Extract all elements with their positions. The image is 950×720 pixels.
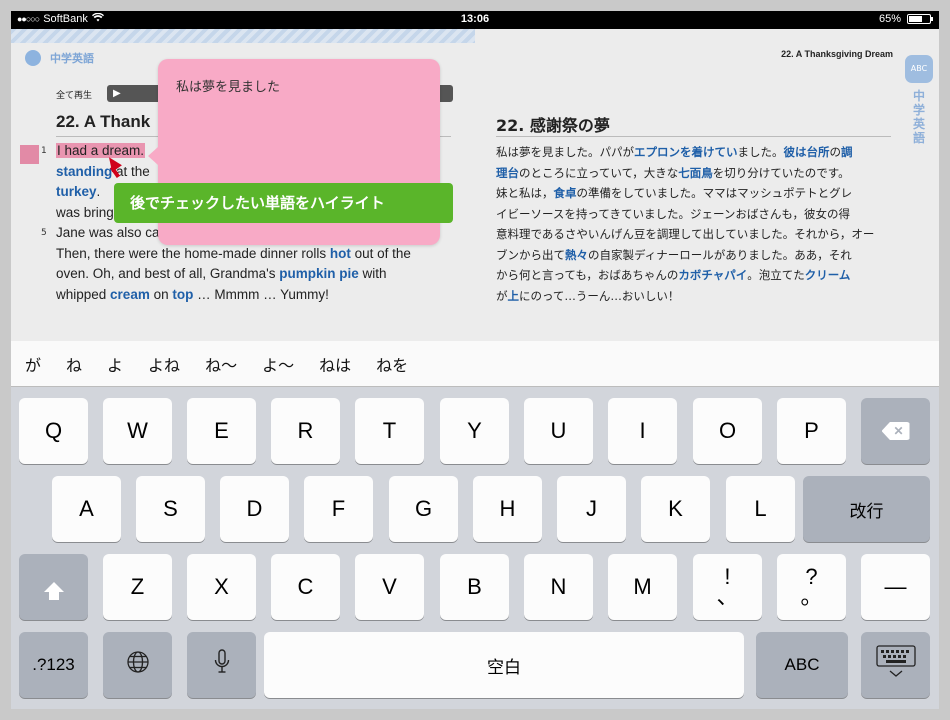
clock: 13:06 [460,13,490,25]
play-icon[interactable]: ▶ [113,87,137,100]
tutorial-callout: 後でチェックしたい単語をハイライト [114,183,453,223]
keyword[interactable]: standing [56,164,112,179]
globe-icon [126,650,150,680]
key-m[interactable]: M [608,554,677,620]
key-b[interactable]: B [440,554,509,620]
suggestion-item[interactable]: ね〜 [205,352,237,376]
suggestion-item[interactable]: よ [107,352,123,376]
play-all-label: 全て再生 [56,91,93,101]
globe-key[interactable] [103,632,172,698]
english-title: 22. A Thank [56,112,151,131]
note-text[interactable]: 私は夢を見ました [176,76,280,95]
keyword[interactable]: 理台 [496,166,519,180]
suggestion-item[interactable]: ねは [319,352,351,376]
hide-keyboard-key[interactable] [861,632,930,698]
key-s[interactable]: S [136,476,205,542]
keyword[interactable]: エプロンを着けてい [634,145,738,159]
japanese-passage[interactable]: 私は夢を見ました。パパがエプロンを着けていました。彼は台所の調 理台のところに立… [496,142,896,306]
key-w[interactable]: W [103,398,172,464]
dictation-key[interactable] [187,632,256,698]
key-p[interactable]: P [777,398,846,464]
key-z[interactable]: Z [103,554,172,620]
logo-circle-icon [25,50,41,66]
key-j[interactable]: J [557,476,626,542]
software-keyboard: Q W E R T Y U I O P ✕ A S D F G H J K L … [11,387,939,709]
key-g[interactable]: G [389,476,458,542]
keyword[interactable]: カボチャパイ [678,268,747,282]
key-e[interactable]: E [187,398,256,464]
suggestion-item[interactable]: ねを [376,352,408,376]
hide-keyboard-icon [875,645,916,685]
key-i[interactable]: I [608,398,677,464]
line-number: 5 [41,228,47,238]
keyword[interactable]: 熱々 [565,248,588,262]
status-right: 65% [878,13,933,25]
key-o[interactable]: O [693,398,762,464]
keyword[interactable]: 食卓 [554,186,577,200]
key-dash[interactable]: — [861,554,930,620]
keyword[interactable]: cream [110,287,150,302]
key-x[interactable]: X [187,554,256,620]
numbers-key[interactable]: .?123 [19,632,88,698]
key-q[interactable]: Q [19,398,88,464]
keyword[interactable]: pumpkin pie [279,266,359,281]
highlight-marker[interactable] [20,145,39,164]
key-v[interactable]: V [355,554,424,620]
key-k[interactable]: K [641,476,710,542]
suggestion-item[interactable]: よ〜 [262,352,294,376]
chapter-reference: 22. A Thanksgiving Dream [781,49,893,59]
app-logo-label: 中学英語 [50,52,94,65]
shift-arrow-icon [43,582,64,600]
keyword[interactable]: 七面鳥 [678,166,713,180]
key-r[interactable]: R [271,398,340,464]
key-u[interactable]: U [524,398,593,464]
key-y[interactable]: Y [440,398,509,464]
key-f[interactable]: F [304,476,373,542]
japanese-title: 22. 感謝祭の夢 [496,116,610,135]
side-tab-label: 中学英語 [912,89,925,145]
highlighted-sentence[interactable]: I had a dream. [56,143,146,158]
alphabet-badge-icon: ABC [905,55,933,83]
keyword[interactable]: 彼は台所 [784,145,830,159]
microphone-icon [214,649,230,681]
key-c[interactable]: C [271,554,340,620]
divider [496,136,891,137]
key-l[interactable]: L [726,476,795,542]
keyword[interactable]: turkey [56,184,97,199]
abc-key[interactable]: ABC [756,632,848,698]
key-h[interactable]: H [473,476,542,542]
key-d[interactable]: D [220,476,289,542]
keyword[interactable]: hot [330,246,351,261]
key-a[interactable]: A [52,476,121,542]
return-key[interactable]: 改行 [803,476,930,542]
keyword[interactable]: 上 [508,289,520,303]
suggestion-item[interactable]: ね [66,352,82,376]
status-bar: ●●○○○ SoftBank 13:06 65% [11,11,939,29]
key-question-period[interactable]: ?。 [777,554,846,620]
keyword[interactable]: top [172,287,193,302]
key-n[interactable]: N [524,554,593,620]
suggestion-item[interactable]: よね [148,352,180,376]
popover-arrow [148,147,158,165]
battery-icon [907,14,933,24]
battery-percent: 65% [878,13,901,25]
subject-side-tab[interactable]: ABC 中学英語 [904,55,934,145]
app-logo[interactable]: 中学英語 [25,50,94,66]
delete-icon: ✕ [881,422,910,440]
device-frame: ●●○○○ SoftBank 13:06 65% 中学英語 22. A Than… [0,0,950,720]
key-exclaim-comma[interactable]: !、 [693,554,762,620]
line-number: 1 [41,146,47,156]
reader-view: 中学英語 22. A Thanksgiving Dream ABC 中学英語 全… [11,29,939,341]
space-key[interactable]: 空白 [264,632,744,698]
predictive-suggestion-bar: が ね よ よね ね〜 よ〜 ねは ねを [11,341,939,387]
key-t[interactable]: T [355,398,424,464]
shift-key[interactable] [19,554,88,620]
keyword[interactable]: 調 [841,145,853,159]
suggestion-item[interactable]: が [25,352,41,376]
delete-key[interactable]: ✕ [861,398,930,464]
keyword[interactable]: クリーム [805,268,851,282]
reading-progress-bar [11,29,939,43]
